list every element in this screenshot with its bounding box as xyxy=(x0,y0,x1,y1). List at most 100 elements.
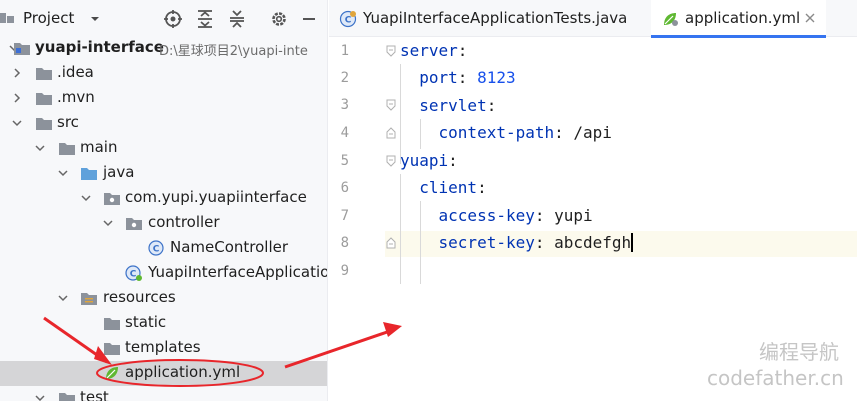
tree-item-resources[interactable]: resources xyxy=(0,286,327,311)
yaml-file-icon xyxy=(664,13,678,26)
yaml-file-icon xyxy=(106,367,118,379)
chevron-down-icon[interactable] xyxy=(88,12,102,26)
folder-icon xyxy=(59,393,75,401)
chevron-down-icon[interactable] xyxy=(11,117,23,129)
tree-item-label: YuapiInterfaceApplicatio xyxy=(148,263,328,281)
fold-end-marker-icon[interactable] xyxy=(385,237,397,249)
project-panel-header: Project xyxy=(0,0,327,38)
folder-icon xyxy=(36,93,52,105)
line-number: 9 xyxy=(340,263,349,279)
tree-item-label: src xyxy=(57,113,79,131)
project-panel-title[interactable]: Project xyxy=(23,9,74,27)
tab-label: application.yml xyxy=(685,9,801,27)
expand-all-icon[interactable] xyxy=(195,9,215,29)
yaml-key: secret-key xyxy=(438,233,535,252)
yaml-key: client xyxy=(419,178,478,197)
tree-item-main[interactable]: main xyxy=(0,136,327,161)
code-line-4[interactable]: context-path: /api xyxy=(400,123,612,142)
tree-item-root[interactable]: yuapi-interface D:\星球项目2\yuapi-inte xyxy=(0,36,327,61)
yaml-value: /api xyxy=(573,123,612,142)
project-view-icon xyxy=(0,13,14,23)
tree-item-name-controller[interactable]: C NameController xyxy=(0,236,327,261)
chevron-down-icon[interactable] xyxy=(57,167,69,179)
package-icon xyxy=(126,218,142,230)
tree-item-src[interactable]: src xyxy=(0,111,327,136)
code-line-6[interactable]: client: xyxy=(400,178,487,197)
line-number: 2 xyxy=(340,70,349,86)
close-icon[interactable] xyxy=(803,11,817,25)
chevron-down-icon[interactable] xyxy=(34,392,46,401)
line-number: 5 xyxy=(340,153,349,169)
folder-icon xyxy=(104,318,120,330)
svg-text:C: C xyxy=(153,245,160,255)
tree-item-label: main xyxy=(80,138,118,156)
yaml-key: context-path xyxy=(438,123,555,142)
module-folder-icon xyxy=(14,43,30,55)
editor: C YuapiInterfaceApplicationTests.java ap… xyxy=(329,0,857,401)
line-number: 1 xyxy=(340,43,349,59)
tree-item-label: .mvn xyxy=(57,88,95,106)
yaml-value: yupi xyxy=(554,206,593,225)
editor-tabs: C YuapiInterfaceApplicationTests.java ap… xyxy=(329,0,857,38)
tree-item-package[interactable]: com.yupi.yuapiinterface xyxy=(0,186,327,211)
code-line-8[interactable]: secret-key: abcdefgh xyxy=(400,233,634,252)
yaml-separator: : xyxy=(457,68,478,87)
yaml-separator: : xyxy=(477,178,487,197)
tree-item-application-yml[interactable]: application.yml xyxy=(0,361,327,386)
gear-icon[interactable] xyxy=(269,9,289,29)
fold-marker-icon[interactable] xyxy=(385,99,397,111)
tree-item-app-class[interactable]: C YuapiInterfaceApplicatio xyxy=(0,261,328,286)
yaml-key: servlet xyxy=(419,96,487,115)
project-panel: Project yuapi-interface D:\星球项目2\yuapi-i… xyxy=(0,0,328,401)
line-number: 4 xyxy=(340,125,349,141)
yaml-key: port xyxy=(419,68,458,87)
tree-item-label: com.yupi.yuapiinterface xyxy=(125,188,307,206)
code-line-7[interactable]: access-key: yupi xyxy=(400,206,593,225)
chevron-right-icon[interactable] xyxy=(11,92,23,104)
chevron-down-icon[interactable] xyxy=(80,192,92,204)
tree-item-label: java xyxy=(103,163,135,181)
tree-item-label: NameController xyxy=(170,238,289,256)
tree-item-idea[interactable]: .idea xyxy=(0,61,327,86)
code-line-5[interactable]: yuapi: xyxy=(400,151,458,170)
fold-marker-icon[interactable] xyxy=(385,155,397,167)
chevron-down-icon[interactable] xyxy=(57,292,69,304)
tree-item-test[interactable]: test xyxy=(0,386,327,401)
tree-item-java[interactable]: java xyxy=(0,161,327,186)
folder-icon xyxy=(36,68,52,80)
code-line-1[interactable]: server: xyxy=(400,41,467,60)
code-line-2[interactable]: port: 8123 xyxy=(400,68,516,87)
locate-icon[interactable] xyxy=(163,9,183,29)
chevron-down-icon[interactable] xyxy=(34,142,46,154)
tree-item-controller[interactable]: controller xyxy=(0,211,327,236)
tree-item-mvn[interactable]: .mvn xyxy=(0,86,327,111)
code-line-3[interactable]: servlet: xyxy=(400,96,496,115)
svg-text:C: C xyxy=(345,16,352,26)
fold-end-marker-icon[interactable] xyxy=(385,127,397,139)
class-icon: C xyxy=(148,240,164,256)
tree-item-templates[interactable]: templates xyxy=(0,336,327,361)
yaml-value: abcdefgh xyxy=(554,233,632,252)
resources-folder-icon xyxy=(81,293,97,305)
yaml-value: 8123 xyxy=(477,68,516,87)
class-icon: C xyxy=(339,10,357,28)
tab-application-yml[interactable]: application.yml xyxy=(651,0,826,38)
tab-application-tests[interactable]: C YuapiInterfaceApplicationTests.java xyxy=(329,0,649,37)
minimize-icon[interactable] xyxy=(299,9,319,29)
tree-item-static[interactable]: static xyxy=(0,311,327,336)
tree-item-label: yuapi-interface xyxy=(35,38,164,56)
yaml-separator: : xyxy=(486,96,497,115)
yaml-key: access-key xyxy=(438,206,535,225)
chevron-right-icon[interactable] xyxy=(11,67,23,79)
text-caret xyxy=(631,233,634,252)
folder-icon xyxy=(59,143,75,155)
svg-text:C: C xyxy=(130,270,137,280)
line-number: 7 xyxy=(340,208,349,224)
chevron-down-icon[interactable] xyxy=(102,217,114,229)
tab-label: YuapiInterfaceApplicationTests.java xyxy=(363,9,628,27)
collapse-all-icon[interactable] xyxy=(227,9,247,29)
folder-icon xyxy=(36,118,52,130)
fold-marker-icon[interactable] xyxy=(385,45,397,57)
tree-item-label: templates xyxy=(125,338,201,356)
source-folder-icon xyxy=(81,168,97,180)
